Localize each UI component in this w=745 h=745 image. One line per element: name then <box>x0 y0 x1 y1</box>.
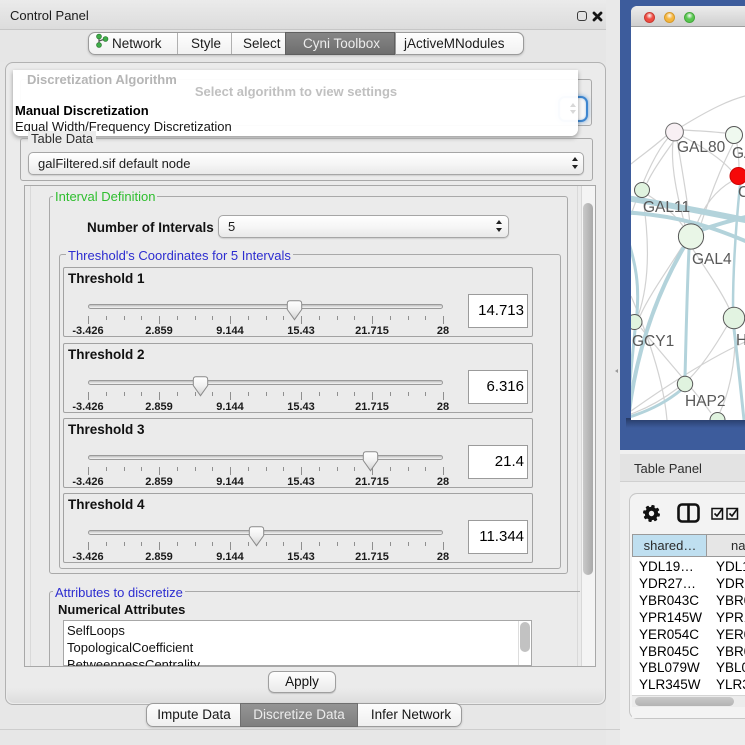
svg-text:GA: GA <box>732 145 745 162</box>
svg-text:GAL80: GAL80 <box>677 139 726 156</box>
svg-text:C: C <box>738 184 745 201</box>
svg-text:GAL11: GAL11 <box>643 199 690 216</box>
svg-text:GAL4: GAL4 <box>692 251 732 268</box>
svg-text:H: H <box>736 332 745 349</box>
svg-text:GCY1: GCY1 <box>632 333 674 350</box>
svg-text:HAP2: HAP2 <box>685 393 726 410</box>
